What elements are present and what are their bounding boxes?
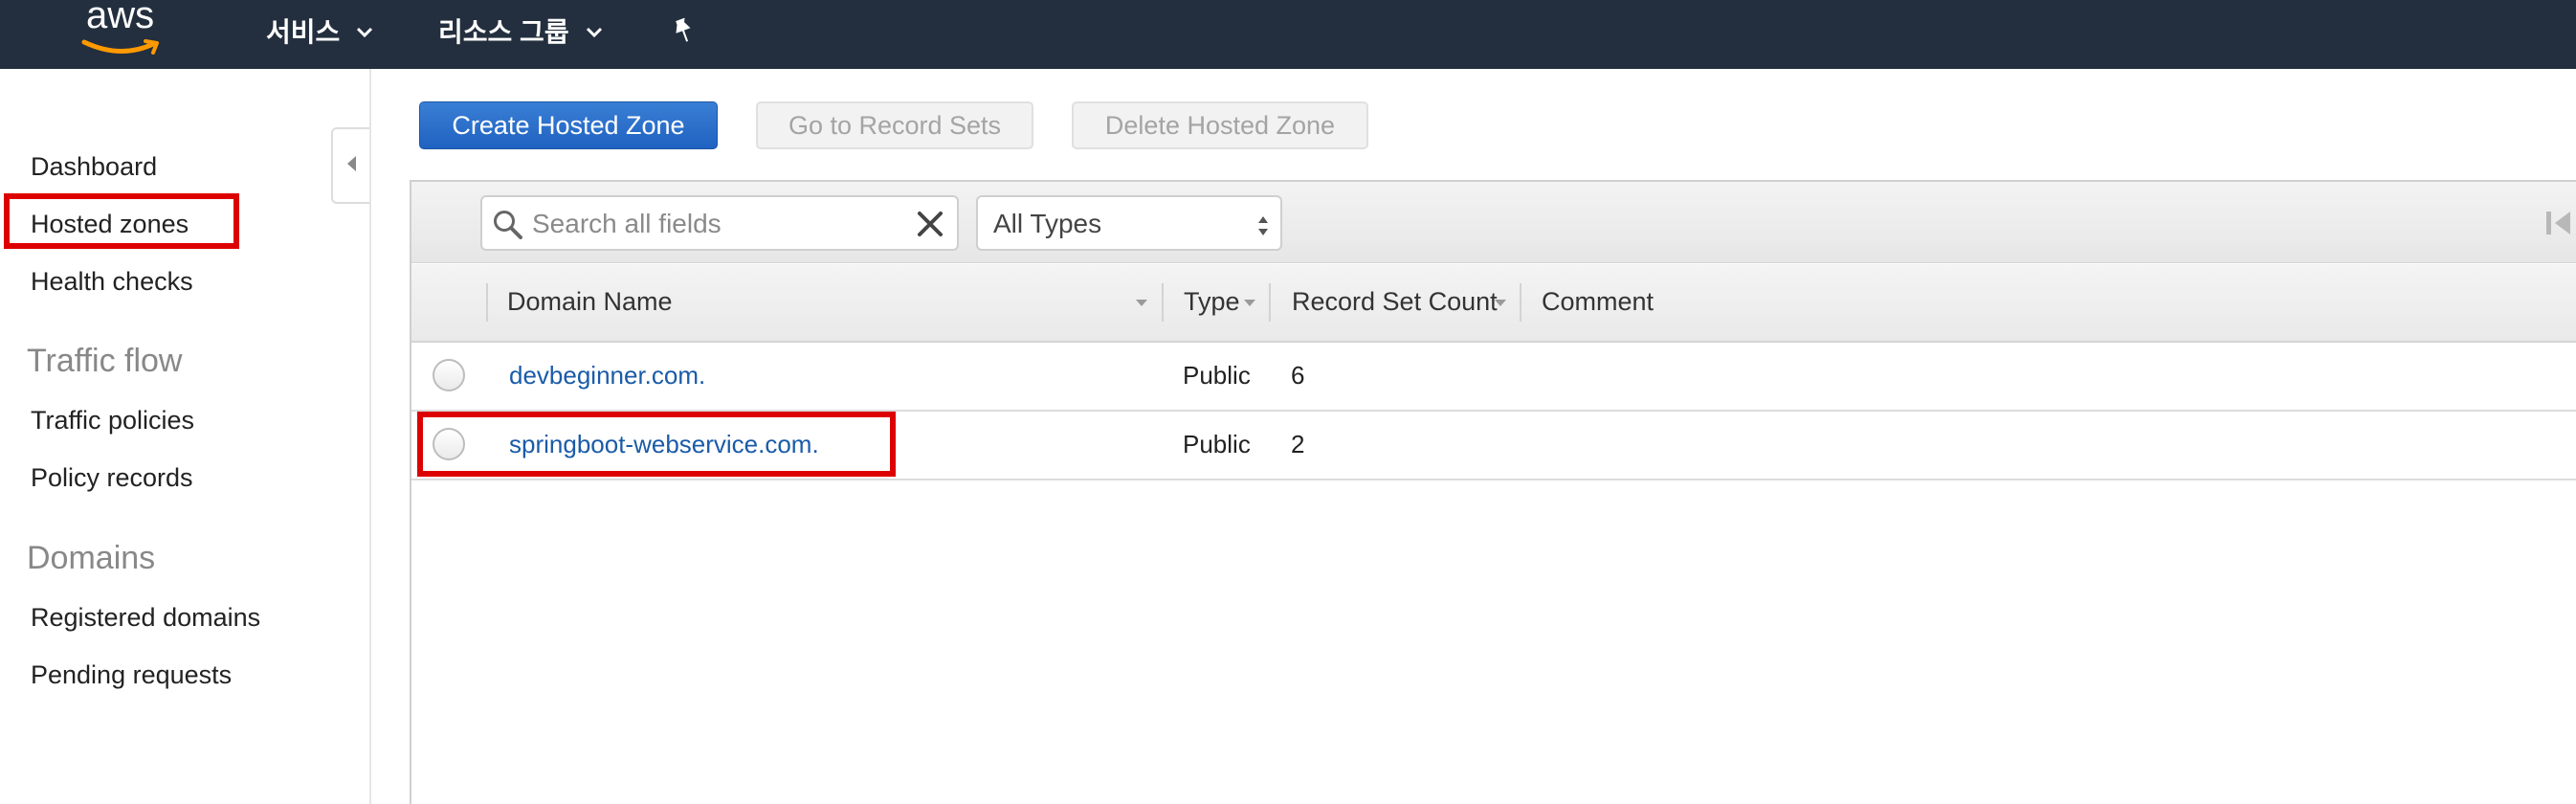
column-header-domain-name[interactable]: Domain Name: [507, 287, 673, 317]
column-separator: [1162, 283, 1164, 322]
select-arrows-icon: [1255, 212, 1271, 246]
column-header-type[interactable]: Type: [1184, 287, 1240, 317]
pin-icon[interactable]: [670, 17, 697, 51]
chevron-down-icon: [585, 15, 604, 46]
column-header-record-set-count[interactable]: Record Set Count: [1292, 287, 1498, 317]
table-row[interactable]: [411, 343, 2576, 412]
zone-type-cell: Public: [1183, 430, 1251, 458]
type-filter-select[interactable]: All Types: [976, 195, 1282, 251]
services-menu[interactable]: 서비스: [266, 11, 374, 50]
aws-smile-icon: [81, 39, 159, 55]
sidebar-item-health-checks[interactable]: Health checks: [31, 265, 193, 298]
resource-groups-label: 리소스 그룹: [438, 17, 569, 47]
delete-hosted-zone-button[interactable]: Delete Hosted Zone: [1072, 101, 1368, 149]
search-box: [480, 195, 959, 251]
type-filter-value: All Types: [993, 209, 1102, 238]
domain-name-link[interactable]: springboot-webservice.com.: [509, 430, 819, 459]
first-page-icon[interactable]: [2543, 207, 2576, 244]
resource-groups-menu[interactable]: 리소스 그룹: [438, 11, 604, 50]
sidebar-item-pending-requests[interactable]: Pending requests: [31, 659, 232, 691]
top-navigation-bar: aws 서비스 리소스 그룹: [0, 0, 2576, 69]
sort-caret-icon[interactable]: [1495, 300, 1506, 306]
row-select-radio[interactable]: [433, 428, 465, 460]
clear-search-icon[interactable]: [915, 209, 945, 244]
search-icon: [492, 209, 524, 246]
aws-logo[interactable]: aws: [80, 0, 167, 65]
row-select-radio[interactable]: [433, 359, 465, 391]
aws-logo-text: aws: [86, 0, 155, 36]
column-separator: [486, 283, 488, 322]
services-label: 서비스: [266, 17, 341, 47]
sidebar-item-policy-records[interactable]: Policy records: [31, 461, 193, 494]
column-separator: [1520, 283, 1521, 322]
go-to-record-sets-button[interactable]: Go to Record Sets: [756, 101, 1033, 149]
sidebar-collapse-toggle[interactable]: [331, 127, 369, 204]
record-count-cell: 2: [1291, 430, 1305, 458]
record-count-cell: 6: [1291, 361, 1305, 390]
column-separator: [1269, 283, 1271, 322]
search-input[interactable]: [530, 205, 907, 243]
domain-name-link[interactable]: devbeginner.com.: [509, 361, 705, 391]
sort-caret-icon[interactable]: [1244, 300, 1255, 306]
sidebar-heading-domains: Domains: [27, 540, 156, 576]
sidebar-item-hosted-zones[interactable]: Hosted zones: [31, 208, 189, 240]
column-header-comment[interactable]: Comment: [1542, 287, 1654, 317]
sidebar-item-traffic-policies[interactable]: Traffic policies: [31, 404, 194, 436]
sort-caret-icon[interactable]: [1136, 300, 1147, 306]
chevron-down-icon: [355, 15, 374, 46]
create-hosted-zone-button[interactable]: Create Hosted Zone: [419, 101, 718, 149]
sidebar-item-dashboard[interactable]: Dashboard: [31, 150, 157, 183]
zone-type-cell: Public: [1183, 361, 1251, 390]
sidebar-heading-traffic-flow: Traffic flow: [27, 343, 183, 379]
chevron-left-icon: [344, 154, 358, 178]
sidebar-item-registered-domains[interactable]: Registered domains: [31, 601, 260, 634]
